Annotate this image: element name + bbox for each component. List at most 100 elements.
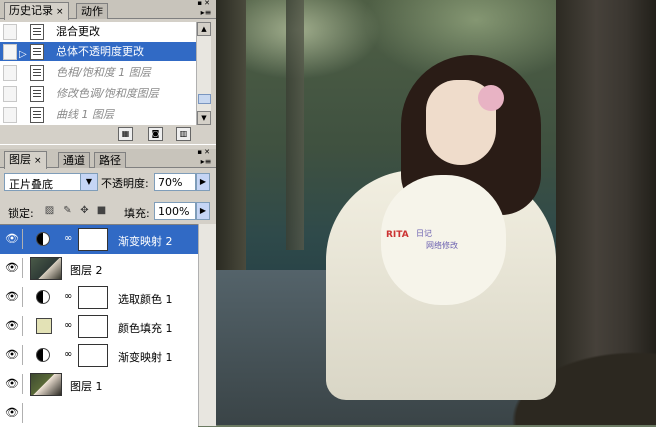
layer-name: 图层 1 (70, 380, 103, 393)
panel-minimize-icon[interactable]: ▪✕ (197, 0, 212, 7)
tab-history-label: 历史记录 (9, 4, 53, 17)
visibility-eye-icon[interactable]: 👁 (2, 345, 23, 365)
snapshot-camera-icon[interactable]: ◙ (148, 127, 163, 141)
close-icon[interactable]: × (34, 156, 42, 166)
lock-brush-icon[interactable]: ✎ (62, 205, 73, 216)
visibility-eye-icon[interactable]: 👁 (2, 229, 23, 249)
layers-list: 👁 ∞ 渐变映射 2 👁 图层 2 👁 ∞ 选取颜色 1 👁 ∞ 颜色填充 1 … (0, 224, 198, 427)
layer-image-thumbnail (30, 257, 62, 280)
history-brush-source-checkbox[interactable] (3, 107, 17, 123)
layer-mask-thumbnail[interactable] (78, 228, 108, 251)
adjustment-layer-icon (36, 290, 50, 304)
watermark-line2: 网络修改 (426, 241, 458, 250)
layers-panel: 图层 × 通道 路径 ▪✕ ▸≡ 正片叠底 ▼ 不透明度: 70% ▶ 锁定: ▨… (0, 144, 217, 427)
layer-name: 选取颜色 1 (118, 293, 173, 306)
lock-all-icon[interactable]: ■ (96, 205, 107, 216)
tab-layers-label: 图层 (9, 153, 31, 166)
history-panel: 历史记录 × 动作 ▪✕ ▸≡ 混合更改 ▷ 总体不透明度更改 色相/饱和度 1 … (0, 0, 217, 144)
visibility-eye-icon[interactable]: 👁 (2, 403, 23, 423)
history-footer: ▦ ◙ ▥ (0, 126, 216, 142)
layer-row-partial[interactable]: 👁 (0, 399, 198, 427)
fill-slider-icon[interactable]: ▶ (196, 202, 210, 220)
layer-mask-thumbnail[interactable] (78, 344, 108, 367)
adjustment-layer-icon (36, 348, 50, 362)
chevron-down-icon[interactable]: ▼ (80, 174, 97, 190)
visibility-eye-icon[interactable]: 👁 (2, 316, 23, 336)
history-state-icon (30, 44, 44, 60)
visibility-eye-icon[interactable]: 👁 (2, 258, 23, 278)
history-item[interactable]: 混合更改 (0, 22, 196, 41)
layer-row[interactable]: 👁 图层 1 (0, 370, 198, 400)
chain-link-icon[interactable]: ∞ (64, 320, 72, 331)
color-fill-swatch (36, 318, 52, 334)
history-state-icon (30, 65, 44, 81)
history-brush-source-checkbox[interactable] (3, 86, 17, 102)
history-brush-source-checkbox[interactable] (3, 24, 17, 40)
visibility-eye-icon[interactable]: 👁 (2, 287, 23, 307)
tab-history[interactable]: 历史记录 × (4, 2, 69, 20)
history-brush-source-checkbox[interactable] (3, 65, 17, 81)
background-tree (216, 0, 246, 270)
tab-layers[interactable]: 图层 × (4, 151, 47, 169)
layer-mask-thumbnail[interactable] (78, 286, 108, 309)
history-item-label: 修改色调/饱和度图层 (56, 87, 159, 100)
history-item-selected[interactable]: ▷ 总体不透明度更改 (0, 42, 196, 61)
layers-scrollbar[interactable] (198, 224, 216, 426)
fill-input[interactable]: 100% (154, 202, 196, 220)
layer-row-selected[interactable]: 👁 ∞ 渐变映射 2 (0, 225, 198, 255)
layer-name: 图层 2 (70, 264, 103, 277)
layers-tabbar: 图层 × 通道 路径 ▪✕ ▸≡ (0, 148, 216, 169)
new-document-from-state-icon[interactable]: ▦ (118, 127, 133, 141)
fill-label: 填充: (124, 207, 150, 220)
layer-row[interactable]: 👁 图层 2 (0, 254, 198, 284)
history-item-label: 总体不透明度更改 (56, 45, 144, 58)
history-item-label: 混合更改 (56, 25, 100, 38)
chain-link-icon[interactable]: ∞ (64, 233, 72, 244)
blend-mode-select[interactable]: 正片叠底 ▼ (4, 173, 98, 191)
background-tree (286, 0, 304, 250)
layer-row[interactable]: 👁 ∞ 选取颜色 1 (0, 283, 198, 313)
tab-actions[interactable]: 动作 (76, 3, 108, 19)
tab-paths[interactable]: 路径 (94, 152, 126, 168)
blend-mode-value: 正片叠底 (9, 178, 53, 191)
history-brush-source-checkbox[interactable] (3, 44, 17, 60)
visibility-eye-icon[interactable]: 👁 (2, 374, 23, 394)
trash-icon[interactable]: ▥ (176, 127, 191, 141)
history-item[interactable]: 修改色调/饱和度图层 (0, 84, 196, 103)
opacity-slider-icon[interactable]: ▶ (196, 173, 210, 191)
scroll-down-icon[interactable]: ▼ (197, 111, 211, 125)
opacity-input[interactable]: 70% (154, 173, 196, 191)
document-canvas[interactable]: RITA 日记 网络修改 (216, 0, 656, 425)
opacity-label: 不透明度: (101, 177, 149, 190)
layer-row[interactable]: 👁 ∞ 渐变映射 1 (0, 341, 198, 371)
scroll-up-icon[interactable]: ▲ (197, 22, 211, 36)
history-item-label: 色相/饱和度 1 图层 (56, 66, 151, 79)
lock-transparency-icon[interactable]: ▨ (44, 205, 55, 216)
history-item[interactable]: 曲线 1 图层 (0, 105, 196, 124)
panel-menu-icon[interactable]: ▸≡ (200, 8, 212, 18)
history-list: 混合更改 ▷ 总体不透明度更改 色相/饱和度 1 图层 修改色调/饱和度图层 曲… (0, 22, 196, 125)
lock-label: 锁定: (8, 207, 34, 220)
chain-link-icon[interactable]: ∞ (64, 349, 72, 360)
history-state-icon (30, 24, 44, 40)
history-item[interactable]: 色相/饱和度 1 图层 (0, 63, 196, 82)
layer-row[interactable]: 👁 ∞ 颜色填充 1 (0, 312, 198, 342)
adjustment-layer-icon (36, 232, 50, 246)
layer-image-thumbnail (30, 373, 62, 396)
layer-name: 渐变映射 2 (118, 235, 173, 248)
hair-flower (478, 85, 504, 111)
watermark-line1: 日记 (416, 229, 432, 238)
panel-menu-icon[interactable]: ▸≡ (200, 157, 212, 167)
close-icon[interactable]: × (56, 7, 64, 17)
lock-move-icon[interactable]: ✥ (79, 205, 90, 216)
fill-value: 100% (158, 205, 190, 218)
scroll-thumb[interactable] (198, 94, 211, 104)
tab-channels-label: 通道 (63, 154, 85, 167)
panel-minimize-icon[interactable]: ▪✕ (197, 148, 212, 156)
layer-mask-thumbnail[interactable] (78, 315, 108, 338)
history-scrollbar[interactable]: ▲ ▼ (196, 22, 211, 125)
history-item-label: 曲线 1 图层 (56, 108, 114, 121)
chain-link-icon[interactable]: ∞ (64, 291, 72, 302)
tab-channels[interactable]: 通道 (58, 152, 90, 168)
tab-actions-label: 动作 (81, 5, 103, 18)
